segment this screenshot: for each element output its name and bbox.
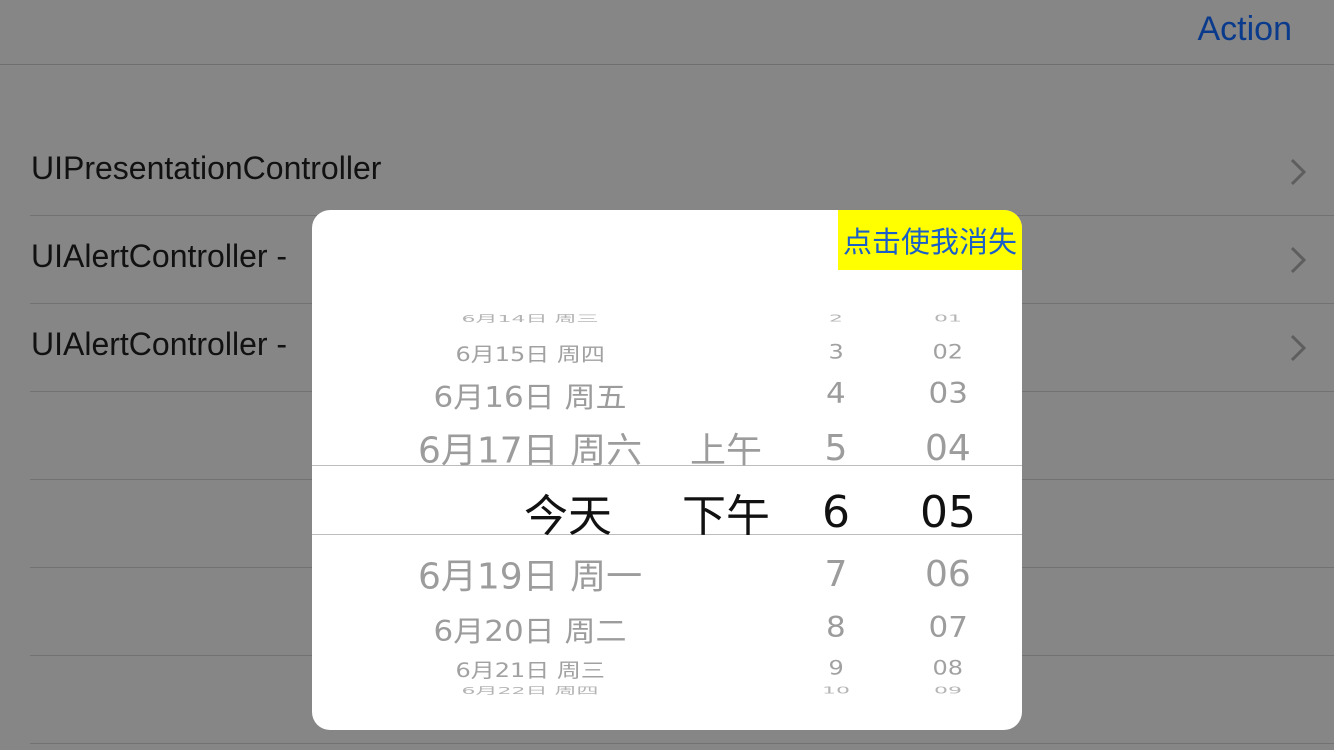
chevron-right-icon <box>1290 158 1306 186</box>
picker-date-item[interactable]: 6月19日 周一 <box>418 549 642 600</box>
row-label: UIPresentationController <box>31 150 382 186</box>
picker-hour-item[interactable]: 7 <box>825 554 848 594</box>
date-time-picker[interactable]: 6月14日 周三 6月15日 周四 6月16日 周五 6月17日 周六今天 6月19日 … <box>312 310 1022 695</box>
picker-minute-item[interactable]: 01 <box>934 312 962 323</box>
picker-minute-item[interactable]: 08 <box>933 657 964 679</box>
row-label: UIAlertController - <box>31 326 288 362</box>
picker-hour-item[interactable]: 8 <box>826 611 846 644</box>
chevron-right-icon <box>1290 246 1306 274</box>
picker-minute-selected[interactable]: 05 <box>920 487 976 538</box>
picker-minute-item[interactable]: 02 <box>933 341 964 363</box>
picker-hour-item[interactable]: 9 <box>829 657 844 679</box>
picker-hour-item[interactable]: 5 <box>825 428 848 468</box>
picker-date-item[interactable]: 6月21日 周三 <box>456 654 605 682</box>
date-picker-dialog: 点击使我消失 6月14日 周三 6月15日 周四 6月16日 周五 6月17日 周六今… <box>312 210 1022 730</box>
picker-minute-item[interactable]: 03 <box>929 377 968 410</box>
picker-minute-item[interactable]: 06 <box>925 554 971 594</box>
table-row[interactable]: UIPresentationController <box>30 128 1334 216</box>
picker-date-item[interactable]: 6月15日 周四 <box>456 338 605 366</box>
action-button[interactable]: Action <box>1198 10 1293 49</box>
picker-hour-selected[interactable]: 6 <box>822 487 850 538</box>
picker-hour-item[interactable]: 3 <box>829 341 844 363</box>
picker-minute-item[interactable]: 04 <box>925 428 971 468</box>
navigation-bar: Action <box>0 0 1334 65</box>
picker-minute-item[interactable]: 09 <box>934 684 962 695</box>
chevron-right-icon <box>1290 334 1306 362</box>
picker-date-item[interactable]: 6月17日 周六 <box>418 423 642 474</box>
picker-date-item[interactable]: 6月16日 周五 <box>434 373 627 414</box>
picker-date-item[interactable]: 6月20日 周二 <box>434 607 627 648</box>
row-label: UIAlertController - <box>31 238 288 274</box>
picker-ampm-item[interactable]: 上午 <box>690 423 762 474</box>
picker-ampm-selected[interactable]: 下午 <box>682 480 770 544</box>
picker-hour-item[interactable]: 4 <box>826 377 846 410</box>
picker-date-selected[interactable]: 今天 <box>524 480 612 544</box>
selection-bottom-line <box>312 534 1022 535</box>
picker-minute-item[interactable]: 07 <box>929 611 968 644</box>
dismiss-button[interactable]: 点击使我消失 <box>838 210 1022 270</box>
picker-date-item[interactable]: 6月14日 周三 <box>462 311 599 325</box>
picker-hour-item[interactable]: 2 <box>829 312 843 323</box>
picker-date-item[interactable]: 6月22日 周四 <box>462 683 599 696</box>
picker-hour-item[interactable]: 10 <box>822 684 850 695</box>
